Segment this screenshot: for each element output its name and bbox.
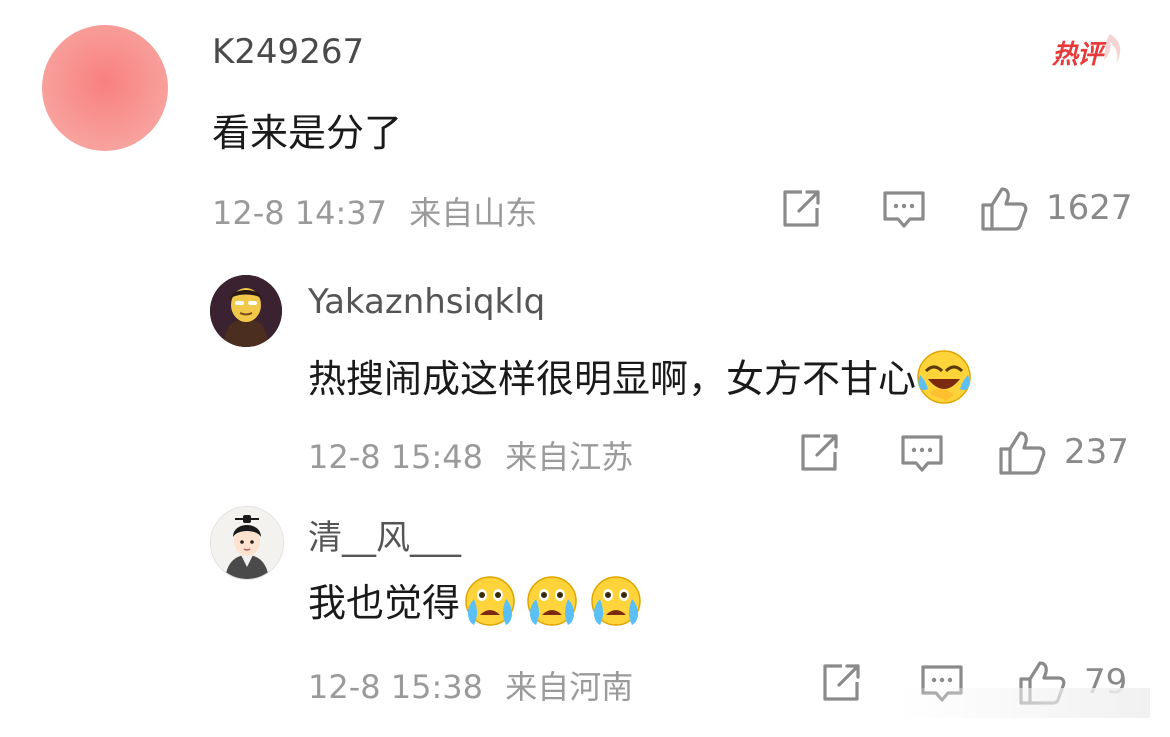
like-button[interactable] — [980, 186, 1028, 236]
share-icon — [801, 434, 838, 471]
comment-meta: 12-8 14:37 来自山东 — [212, 188, 537, 234]
thumbs-up-icon — [999, 431, 1046, 475]
reply-username[interactable]: 清__风___ — [308, 510, 461, 559]
reply-username[interactable]: Yakaznhsiqklq — [308, 282, 545, 322]
like-button[interactable] — [998, 430, 1046, 480]
crying-emoji-icon — [520, 573, 584, 638]
like-count: 1627 — [1046, 188, 1133, 228]
share-icon — [823, 664, 860, 701]
thumbs-up-icon — [981, 187, 1028, 231]
avatar-illustration-icon — [210, 275, 282, 347]
reply-avatar[interactable] — [210, 275, 282, 347]
comment-button[interactable] — [900, 434, 944, 480]
reply-meta: 12-8 15:38 来自河南 — [308, 662, 633, 708]
share-button[interactable] — [780, 188, 822, 234]
comment-username[interactable]: K249267 — [212, 32, 364, 72]
comment-text: 看来是分了 — [212, 111, 403, 155]
bottom-overlay — [900, 688, 1150, 718]
reply-text: 我也觉得 — [308, 572, 648, 638]
like-count: 237 — [1064, 432, 1129, 472]
reply-location: 来自江苏 — [505, 438, 634, 476]
share-icon — [783, 190, 820, 227]
avatar[interactable] — [42, 25, 168, 151]
reply-location: 来自河南 — [505, 668, 634, 706]
reply-meta: 12-8 15:48 来自江苏 — [308, 432, 633, 478]
reply-text-content: 我也觉得 — [308, 581, 461, 625]
comment-icon — [901, 435, 943, 472]
reply-timestamp: 12-8 15:38 — [308, 668, 484, 706]
reply-text: 热搜闹成这样很明显啊，女方不甘心 — [308, 348, 972, 414]
avatar-illustration-icon — [211, 507, 283, 579]
laugh-cry-emoji-icon — [916, 349, 972, 414]
comment-button[interactable] — [882, 190, 926, 236]
crying-emoji-icon — [460, 573, 520, 638]
share-button[interactable] — [820, 662, 862, 708]
comment-timestamp: 12-8 14:37 — [212, 194, 388, 232]
reply-text-content: 热搜闹成这样很明显啊，女方不甘心 — [308, 357, 917, 401]
reply-timestamp: 12-8 15:48 — [308, 438, 484, 476]
reply-avatar[interactable] — [210, 506, 284, 580]
share-button[interactable] — [798, 432, 840, 478]
comment-icon — [883, 191, 925, 228]
crying-emoji-icon — [584, 573, 648, 638]
hot-comment-label: 热评 — [1052, 40, 1103, 70]
comment-location: 来自山东 — [409, 194, 538, 232]
